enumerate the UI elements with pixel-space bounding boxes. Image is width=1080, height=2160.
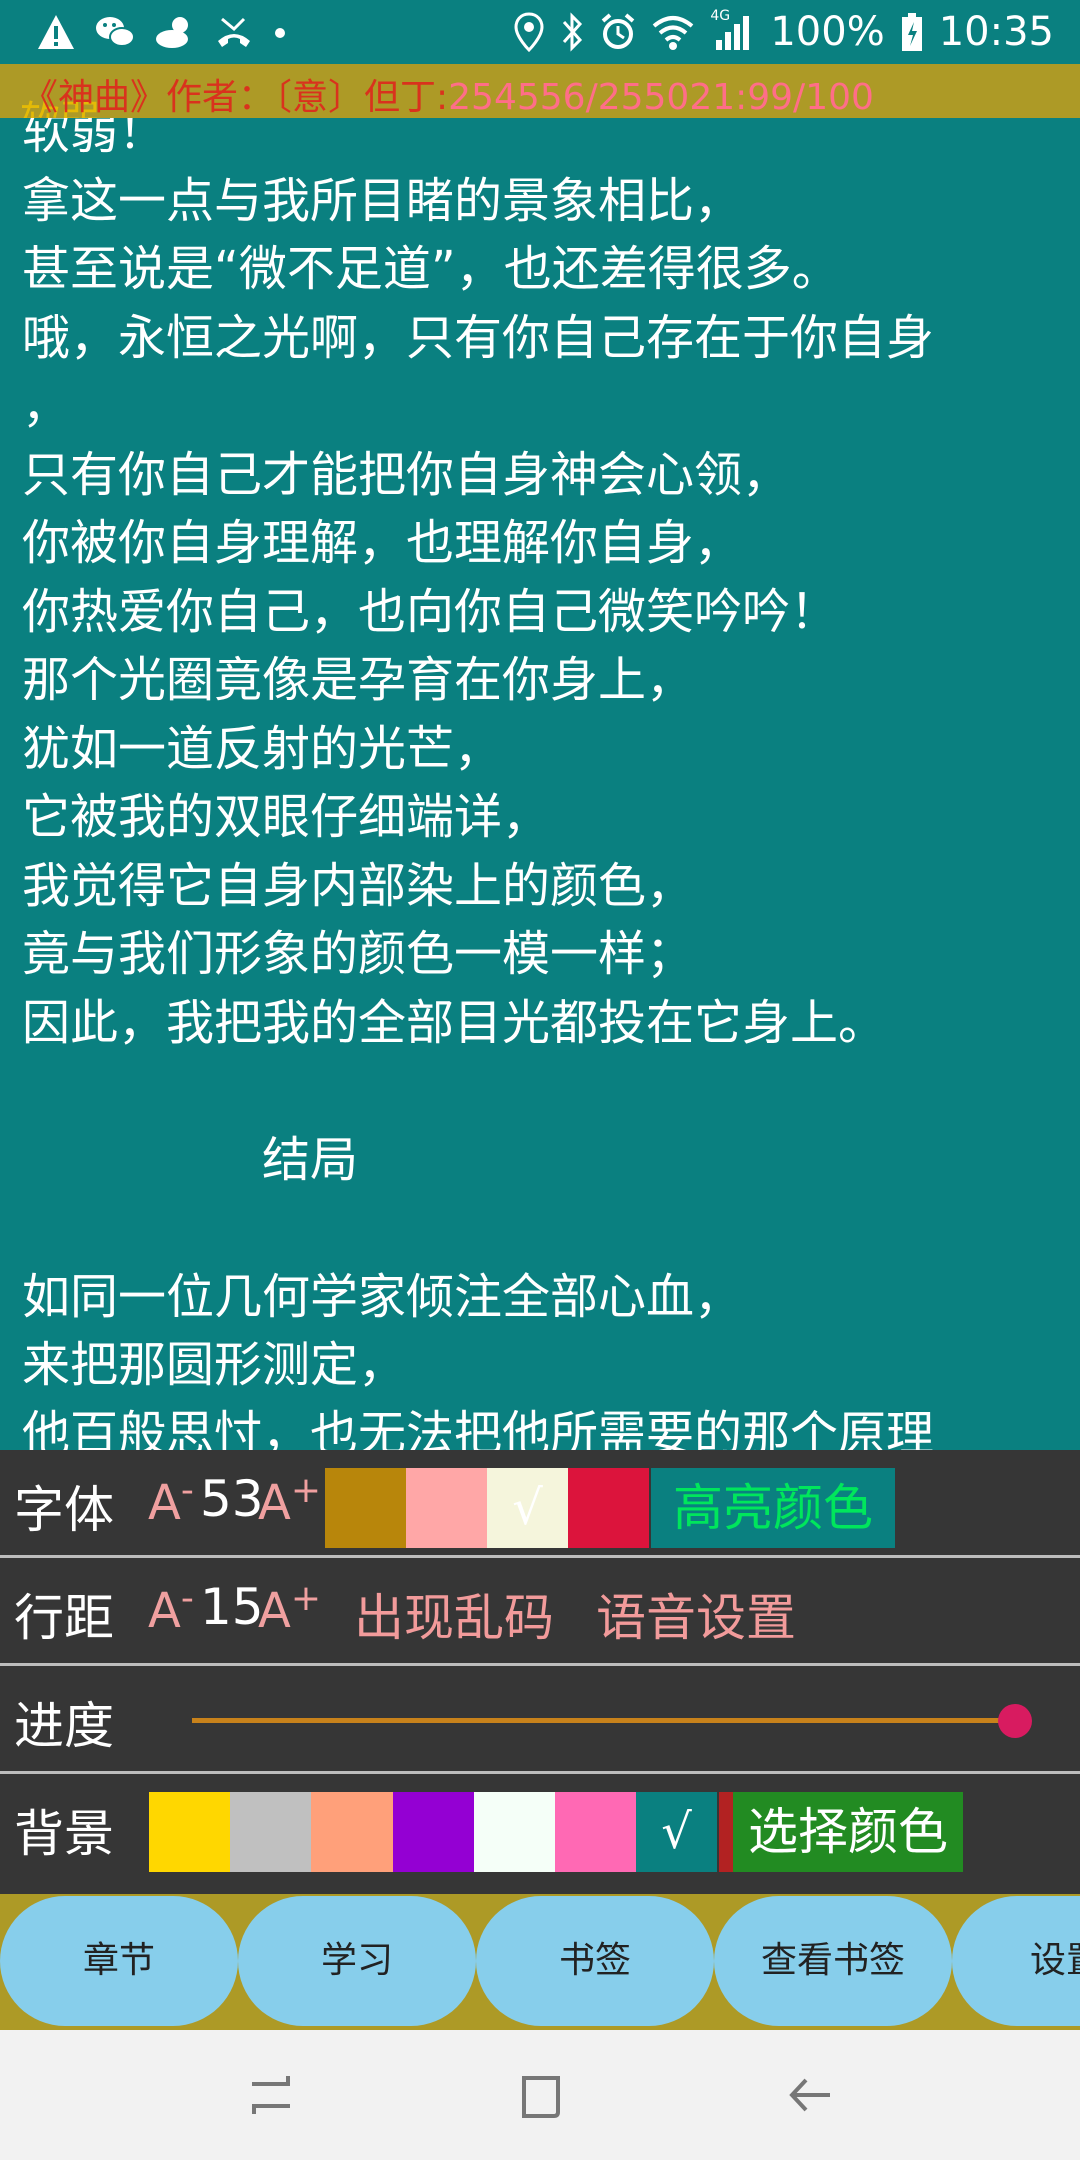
bg-selected-check: √ — [661, 1804, 692, 1860]
bg-swatch-salmon[interactable] — [311, 1792, 393, 1872]
font-row: 字体 A- 53 A+ √ 高亮颜色 — [0, 1450, 1080, 1558]
reading-progress-text: 254556/255021:99/100 — [448, 77, 874, 118]
book-header: 软弱 《神曲》作者：〔意〕但丁:254556/255021:99/100 — [0, 64, 1080, 118]
line-spacing-label: 行距 — [14, 1589, 114, 1647]
system-nav-bar — [0, 2030, 1080, 2160]
garbled-text-button[interactable]: 出现乱码 — [354, 1578, 554, 1650]
chapters-button[interactable]: 章节 — [0, 1896, 238, 2026]
font-color-swatch-gold[interactable] — [325, 1468, 407, 1548]
warning-icon — [36, 13, 76, 51]
text-line — [22, 1057, 1072, 1126]
missed-call-icon — [214, 13, 254, 51]
spacing-value: 15 — [200, 1578, 264, 1636]
text-line: 你热爱你自己，也向你自己微笑吟吟！ — [22, 583, 839, 640]
bluetooth-icon — [560, 12, 584, 52]
bg-swatch-silver[interactable] — [230, 1792, 311, 1872]
text-line: 他百般思忖，也无法把他所需要的那个原理 — [22, 1405, 935, 1451]
background-label: 背景 — [14, 1805, 114, 1863]
settings-panel: 字体 A- 53 A+ √ 高亮颜色 行距 A- 15 A+ 出现乱码 语音设置… — [0, 1450, 1080, 1894]
spacing-increase-button[interactable]: A+ — [258, 1578, 321, 1639]
reader-nav-bar: 章节 学习 书签 查看书签 设置 — [0, 1894, 1080, 2030]
reading-text: 软弱！ 拿这一点与我所目睹的景象相比， 甚至说是“微不足道”，也还差得很多。哦，永恒… — [22, 118, 1072, 1450]
progress-row: 进度 — [0, 1666, 1080, 1774]
wifi-icon — [652, 12, 694, 52]
home-icon[interactable] — [518, 2072, 564, 2124]
choose-color-label: 选择颜色 — [748, 1803, 948, 1861]
font-decrease-label: A — [148, 1475, 181, 1531]
font-size-value: 53 — [200, 1470, 264, 1528]
dot-icon — [272, 13, 288, 51]
status-bar: 4G 100% 10:35 — [0, 0, 1080, 64]
font-label: 字体 — [14, 1481, 114, 1539]
recents-icon[interactable] — [248, 2072, 294, 2122]
font-increase-label: A — [258, 1475, 291, 1531]
progress-slider-thumb[interactable] — [998, 1704, 1032, 1738]
highlight-color-label: 高亮颜色 — [673, 1479, 873, 1537]
font-color-swatch-pink[interactable] — [406, 1468, 487, 1548]
highlight-color-button[interactable]: 高亮颜色 — [651, 1468, 895, 1548]
wechat-icon — [94, 13, 136, 51]
text-line: 只有你自己才能把你自身神会心领， — [22, 446, 791, 503]
text-line: 竟与我们形象的颜色一模一样； — [22, 926, 695, 982]
weather-icon — [154, 13, 196, 51]
settings-button[interactable]: 设置 — [952, 1896, 1080, 2026]
bg-swatch-pink[interactable] — [555, 1792, 636, 1872]
text-line: ， — [22, 378, 71, 434]
battery-icon — [901, 12, 923, 52]
text-line: 如同一位几何学家倾注全部心血， — [22, 1268, 743, 1325]
font-color-swatch-beige[interactable]: √ — [487, 1468, 568, 1548]
clock: 10:35 — [938, 9, 1054, 55]
progress-label: 进度 — [14, 1697, 114, 1755]
choose-color-button[interactable]: 选择颜色 — [733, 1792, 963, 1872]
bg-color-preview — [719, 1792, 733, 1872]
spacing-decrease-label: A — [148, 1583, 181, 1639]
text-line: 拿这一点与我所目睹的景象相比， — [22, 172, 743, 229]
book-title: 《神曲》作者：〔意〕但丁:254556/255021:99/100 — [22, 68, 874, 118]
bookmark-button[interactable]: 书签 — [476, 1896, 714, 2026]
study-button[interactable]: 学习 — [238, 1896, 476, 2026]
font-increase-button[interactable]: A+ — [258, 1470, 321, 1531]
background-row: 背景 √ 选择颜色 — [0, 1774, 1080, 1882]
text-line: 因此，我把我的全部目光都投在它身上。 — [22, 994, 887, 1051]
text-line: 来把那圆形测定， — [22, 1337, 407, 1393]
book-title-text: 《神曲》作者：〔意〕但丁: — [22, 77, 449, 118]
battery-percent: 100% — [770, 9, 885, 55]
progress-slider-track[interactable] — [192, 1718, 1012, 1723]
location-icon — [514, 12, 544, 52]
spacing-increase-label: A — [258, 1583, 291, 1639]
text-line: 你被你自身理解，也理解你自身， — [22, 515, 743, 571]
text-line: 软弱！ — [22, 118, 167, 160]
font-color-swatch-crimson[interactable] — [568, 1468, 649, 1548]
signal-icon: 4G — [710, 8, 754, 52]
bg-swatch-purple[interactable] — [393, 1792, 474, 1872]
alarm-icon — [600, 12, 636, 52]
voice-settings-button[interactable]: 语音设置 — [596, 1578, 796, 1650]
text-line — [22, 1194, 1072, 1263]
back-icon[interactable] — [786, 2072, 834, 2122]
text-line: 甚至说是“微不足道”，也还差得很多。 — [22, 241, 840, 297]
selected-check: √ — [512, 1480, 543, 1536]
reading-area[interactable]: 软弱！ 拿这一点与我所目睹的景象相比， 甚至说是“微不足道”，也还差得很多。哦，永恒… — [0, 118, 1080, 1450]
bg-swatch-teal[interactable]: √ — [636, 1792, 717, 1872]
bg-swatch-white[interactable] — [474, 1792, 555, 1872]
line-spacing-row: 行距 A- 15 A+ 出现乱码 语音设置 — [0, 1558, 1080, 1666]
font-decrease-button[interactable]: A- — [148, 1470, 194, 1531]
text-line: 我觉得它自身内部染上的颜色， — [22, 857, 695, 914]
text-line: 犹如一道反射的光芒， — [22, 720, 503, 777]
text-line: 那个光圈竟像是孕育在你身上， — [22, 652, 695, 708]
spacing-decrease-button[interactable]: A- — [148, 1578, 194, 1639]
text-line: 结局 — [22, 1131, 359, 1188]
text-line: 它被我的双眼仔细端详， — [22, 789, 551, 845]
network-type-label: 4G — [710, 8, 731, 24]
view-bookmarks-button[interactable]: 查看书签 — [714, 1896, 952, 2026]
bg-swatch-gold[interactable] — [149, 1792, 230, 1872]
text-line: 哦，永恒之光啊，只有你自己存在于你自身 — [22, 309, 935, 366]
